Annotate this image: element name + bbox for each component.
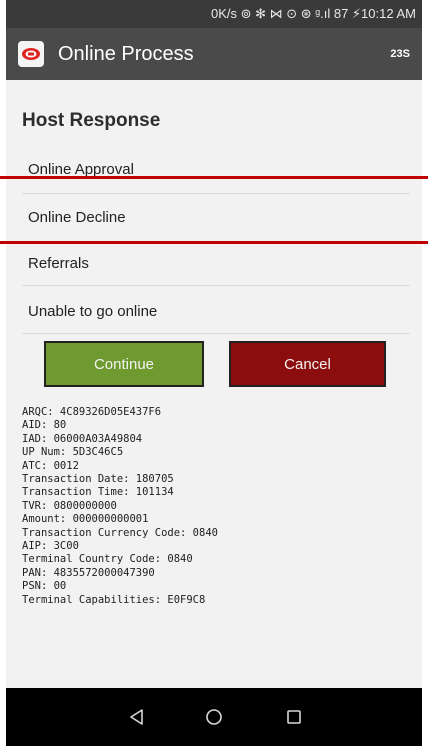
detail-line: ATC: 0012 [22,459,79,472]
detail-line: Terminal Capabilities: E0F9C8 [22,593,206,606]
cancel-button[interactable]: Cancel [229,341,386,387]
main-content: Host Response Online Approval Online Dec… [6,80,422,688]
option-online-approval[interactable]: Online Approval [6,145,422,193]
divider [22,333,410,334]
detail-line: IAD: 06000A03A49804 [22,432,143,445]
detail-line: TVR: 0800000000 [22,499,117,512]
transaction-details: ARQC: 4C89326D05E437F6 AID: 80 IAD: 0600… [22,406,218,607]
continue-button[interactable]: Continue [44,341,204,387]
phone-screen: 0K/s ⊚ ✻ ⋈ ⊙ ⊛ ᵍ.ıl 87 ⚡10:12 AM Online … [6,0,422,746]
app-title: Online Process [58,42,194,65]
option-unable-to-go-online[interactable]: Unable to go online [6,287,422,335]
detail-line: PSN: 00 [22,580,67,593]
detail-line: UP Num: 5D3C46C5 [22,446,124,459]
app-bar: Online Process 23S [6,28,422,80]
detail-line: Terminal Country Code: 0840 [22,553,193,566]
option-online-decline[interactable]: Online Decline [6,193,422,241]
navigation-bar [6,688,422,746]
detail-line: Transaction Time: 101134 [22,486,174,499]
status-bar: 0K/s ⊚ ✻ ⋈ ⊙ ⊛ ᵍ.ıl 87 ⚡10:12 AM [6,0,422,28]
app-logo-icon [18,41,44,67]
recents-icon[interactable] [281,704,307,730]
host-response-title: Host Response [22,110,161,131]
detail-line: Amount: 000000000001 [22,513,149,526]
home-icon[interactable] [201,704,227,730]
divider [22,285,410,286]
option-referrals[interactable]: Referrals [6,239,422,287]
detail-line: Transaction Currency Code: 0840 [22,526,218,539]
detail-line: ARQC: 4C89326D05E437F6 [22,406,162,418]
detail-line: AID: 80 [22,419,67,432]
back-icon[interactable] [124,704,150,730]
status-bar-text: 0K/s ⊚ ✻ ⋈ ⊙ ⊛ ᵍ.ıl 87 ⚡10:12 AM [210,6,416,21]
detail-line: AIP: 3C00 [22,540,79,553]
detail-line: Transaction Date: 180705 [22,473,174,486]
countdown-label: 23S [390,48,410,60]
detail-line: PAN: 4835572000047390 [22,566,155,579]
